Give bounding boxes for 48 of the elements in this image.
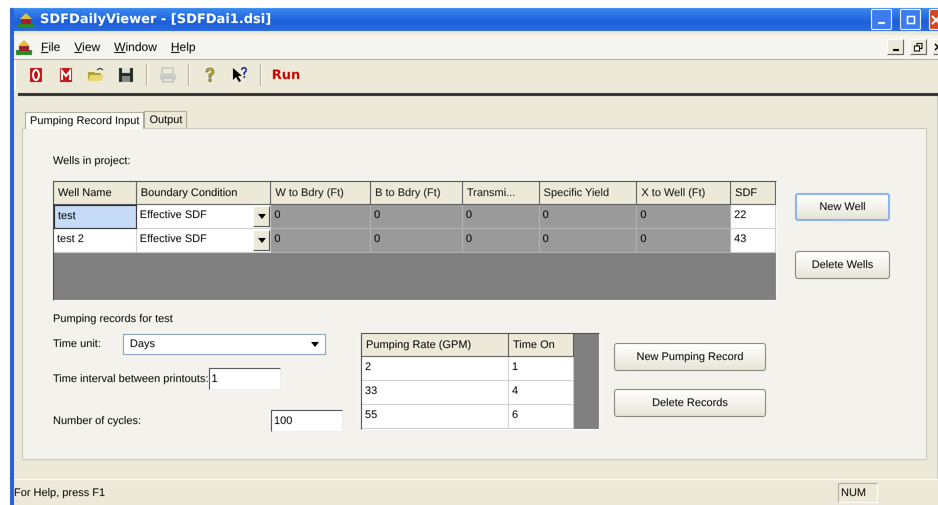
field-label: Number of cycles:: [53, 415, 142, 427]
dropdown-cell[interactable]: Effective SDF: [136, 229, 272, 253]
menu-item[interactable]: Window: [109, 40, 162, 54]
minimize-button[interactable]: [887, 39, 904, 55]
table-cell[interactable]: test: [54, 205, 137, 229]
menu-item[interactable]: File: [36, 40, 66, 54]
table-cell[interactable]: 55: [362, 405, 509, 429]
dropdown-arrow-icon: [310, 342, 319, 346]
status-indicator: NUM: [838, 482, 878, 502]
dropdown-cell[interactable]: Effective SDF: [136, 205, 272, 229]
time-unit-dropdown[interactable]: Days: [122, 334, 326, 354]
push-button[interactable]: New Well: [795, 193, 890, 221]
restore-button[interactable]: [910, 39, 927, 55]
run-button[interactable]: Run: [268, 63, 304, 87]
section-label: Wells in project:: [53, 155, 132, 167]
tab[interactable]: Pumping Record Input: [25, 112, 144, 129]
maximize-icon: [906, 14, 916, 24]
section-label: Pumping records for test: [53, 313, 174, 325]
column-header[interactable]: Pumping Rate (GPM): [362, 334, 509, 357]
table-cell[interactable]: 22: [731, 205, 776, 229]
table-cell[interactable]: 2: [362, 357, 509, 381]
table-cell[interactable]: 43: [731, 229, 776, 253]
window-title: SDFDailyViewer - [SDFDai1.dsi]: [40, 12, 272, 27]
field-label: Time interval between printouts:: [53, 373, 208, 385]
table-cell[interactable]: 6: [509, 405, 574, 429]
column-header[interactable]: Boundary Condition: [136, 182, 272, 205]
input-field[interactable]: 1: [208, 368, 280, 390]
push-button[interactable]: New Pumping Record: [614, 343, 766, 371]
column-header[interactable]: Well Name: [54, 182, 137, 205]
column-header[interactable]: Time On: [509, 334, 574, 357]
status-text: For Help, press F1: [14, 486, 106, 498]
restore-icon: [914, 42, 923, 52]
table-cell[interactable]: 1: [509, 357, 574, 381]
table-cell[interactable]: 33: [362, 381, 509, 405]
menu-item[interactable]: View: [69, 40, 106, 54]
table-cell[interactable]: test 2: [54, 229, 137, 253]
field-label: Time unit:: [53, 338, 101, 350]
maximize-button[interactable]: [900, 9, 921, 30]
house-icon: [16, 39, 32, 55]
push-button[interactable]: Delete Records: [614, 389, 766, 417]
house-icon: [18, 12, 34, 28]
table-cell[interactable]: 4: [509, 381, 574, 405]
push-button[interactable]: Delete Wells: [795, 251, 890, 279]
input-field[interactable]: 100: [271, 410, 343, 432]
tab[interactable]: Output: [144, 111, 188, 128]
minimize-icon: [878, 22, 885, 24]
column-header[interactable]: SDF: [731, 182, 776, 205]
menu-item[interactable]: Help: [166, 40, 201, 54]
